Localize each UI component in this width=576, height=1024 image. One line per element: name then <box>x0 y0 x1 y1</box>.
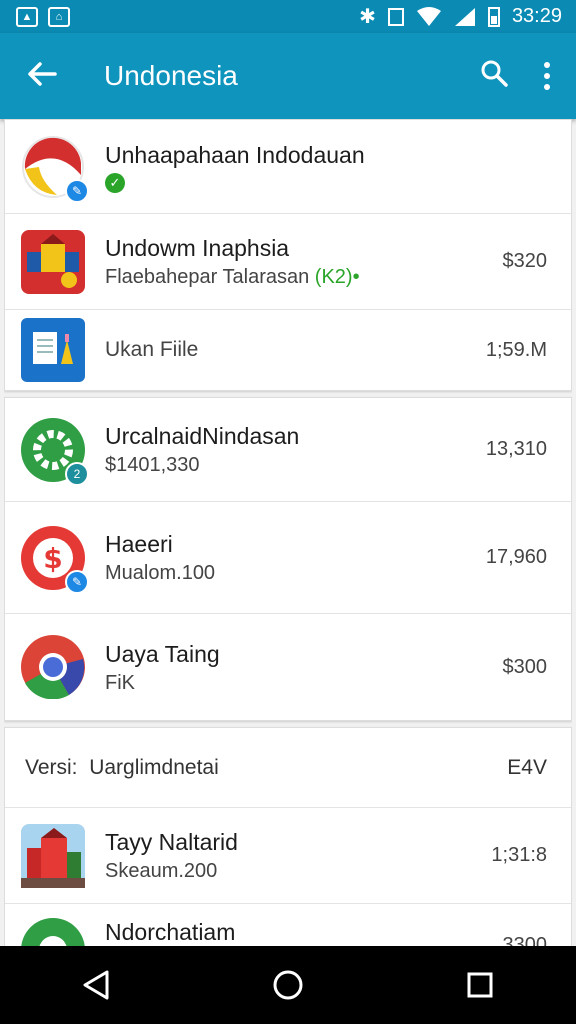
version-text: Uarglimdnetai <box>89 755 219 779</box>
list-card: ✎ Unhaapahaan Indodauan ✓ Undowm Inaphsi… <box>4 119 572 391</box>
triangle-back-icon <box>83 970 109 1000</box>
item-subtitle-accent: (K2)• <box>314 266 360 288</box>
app-bar: Undonesia <box>0 33 576 119</box>
count-badge: 2 <box>65 461 89 486</box>
more-vert-icon <box>544 62 550 68</box>
item-subtitle: Mualom.100 <box>105 562 216 584</box>
nav-back-button[interactable] <box>76 965 116 1005</box>
item-value: 1;59.M <box>485 338 547 361</box>
red-temple-app-icon <box>21 229 85 294</box>
list-item[interactable]: 2 UrcalnaidNindasan $1401,330 13,310 <box>5 398 571 502</box>
svg-text:$: $ <box>43 542 62 575</box>
nav-recents-button[interactable] <box>460 965 500 1005</box>
navigation-bar <box>0 946 576 1024</box>
chrome-icon <box>21 635 85 700</box>
image-notification-icon: ▲ <box>16 6 38 27</box>
item-name: Ndorchatiam <box>105 919 236 945</box>
file-app-icon <box>21 318 85 382</box>
status-bar: ▲ ⌂ ✱ 33:29 <box>0 0 576 33</box>
list-item[interactable]: ✎ Unhaapahaan Indodauan ✓ <box>5 120 571 214</box>
item-name: Uaya Taing <box>105 640 220 667</box>
item-subtitle: Flaebahepar Talarasan (K2)• <box>105 266 503 289</box>
item-name: Haeeri <box>105 531 173 557</box>
battery-icon <box>487 6 500 27</box>
item-value: $300 <box>502 655 548 678</box>
vibrate-icon <box>387 7 404 26</box>
more-vert-dot <box>544 73 550 79</box>
status-time: 33:29 <box>511 5 562 27</box>
circle-home-icon <box>273 970 303 1000</box>
home-notification-icon: ⌂ <box>48 6 70 27</box>
app-icon: ✎ <box>21 135 89 203</box>
item-name: UrcalnaidNindasan <box>105 423 300 449</box>
item-name: Undowm Inaphsia <box>105 235 290 261</box>
green-app-icon <box>21 918 85 946</box>
item-name: Tayy Naltarid <box>105 829 238 855</box>
bluetooth-icon: ✱ <box>359 6 376 28</box>
building-app-icon <box>21 823 85 888</box>
back-button[interactable] <box>0 59 84 93</box>
list-item[interactable]: Uaya Taing FiK $300 <box>5 614 571 720</box>
signal-icon <box>454 7 475 26</box>
search-icon <box>481 60 508 87</box>
nav-home-button[interactable] <box>268 965 308 1005</box>
item-name: Ukan Fiile <box>105 338 199 361</box>
arrow-left-icon <box>28 62 57 86</box>
list-card: 2 UrcalnaidNindasan $1401,330 13,310 $ ✎… <box>4 397 572 721</box>
app-icon <box>21 918 85 946</box>
pin-badge-icon: ✎ <box>65 569 89 594</box>
more-options-button[interactable] <box>544 62 550 90</box>
version-label: Versi: Uarglimdnetai <box>25 756 219 780</box>
item-value: 17,960 <box>485 546 547 568</box>
version-row: Versi: Uarglimdnetai E4V <box>5 728 571 808</box>
list-item[interactable]: Ndorchatiam 3300 <box>5 904 571 946</box>
search-button[interactable] <box>480 59 508 94</box>
item-subtitle-text: Flaebahepar Talarasan <box>105 266 310 288</box>
square-recents-icon <box>467 972 493 998</box>
item-subtitle: Skeaum.200 <box>105 860 218 882</box>
wifi-icon <box>416 6 441 26</box>
pin-badge-icon: ✎ <box>65 178 89 203</box>
version-value: E4V <box>507 755 547 779</box>
version-label-text: Versi: <box>25 755 78 779</box>
item-value: $320 <box>502 250 548 272</box>
app-icon <box>21 823 85 888</box>
list-item[interactable]: Ukan Fiile 1;59.M <box>5 310 571 390</box>
item-value: 3300 <box>502 934 548 946</box>
app-icon <box>21 318 85 382</box>
app-icon <box>21 229 85 294</box>
list-item[interactable]: $ ✎ Haeeri Mualom.100 17,960 <box>5 502 571 614</box>
item-value: 1;31:8 <box>491 844 547 866</box>
verified-check-icon: ✓ <box>105 172 125 193</box>
page-title: Undonesia <box>104 60 238 91</box>
more-vert-dot <box>544 84 550 90</box>
item-subtitle: FiK <box>105 671 135 694</box>
item-subtitle: $1401,330 <box>105 454 200 476</box>
app-icon: $ ✎ <box>21 525 89 594</box>
app-list: ✎ Unhaapahaan Indodauan ✓ Undowm Inaphsi… <box>4 119 572 946</box>
app-icon <box>21 635 85 700</box>
list-item[interactable]: Undowm Inaphsia Flaebahepar Talarasan (K… <box>5 214 571 310</box>
item-name: Unhaapahaan Indodauan <box>105 141 365 168</box>
list-card: Versi: Uarglimdnetai E4V Tayy Naltarid S… <box>4 727 572 946</box>
item-value: 13,310 <box>485 438 547 460</box>
app-icon: 2 <box>21 417 89 486</box>
list-item[interactable]: Tayy Naltarid Skeaum.200 1;31:8 <box>5 808 571 904</box>
